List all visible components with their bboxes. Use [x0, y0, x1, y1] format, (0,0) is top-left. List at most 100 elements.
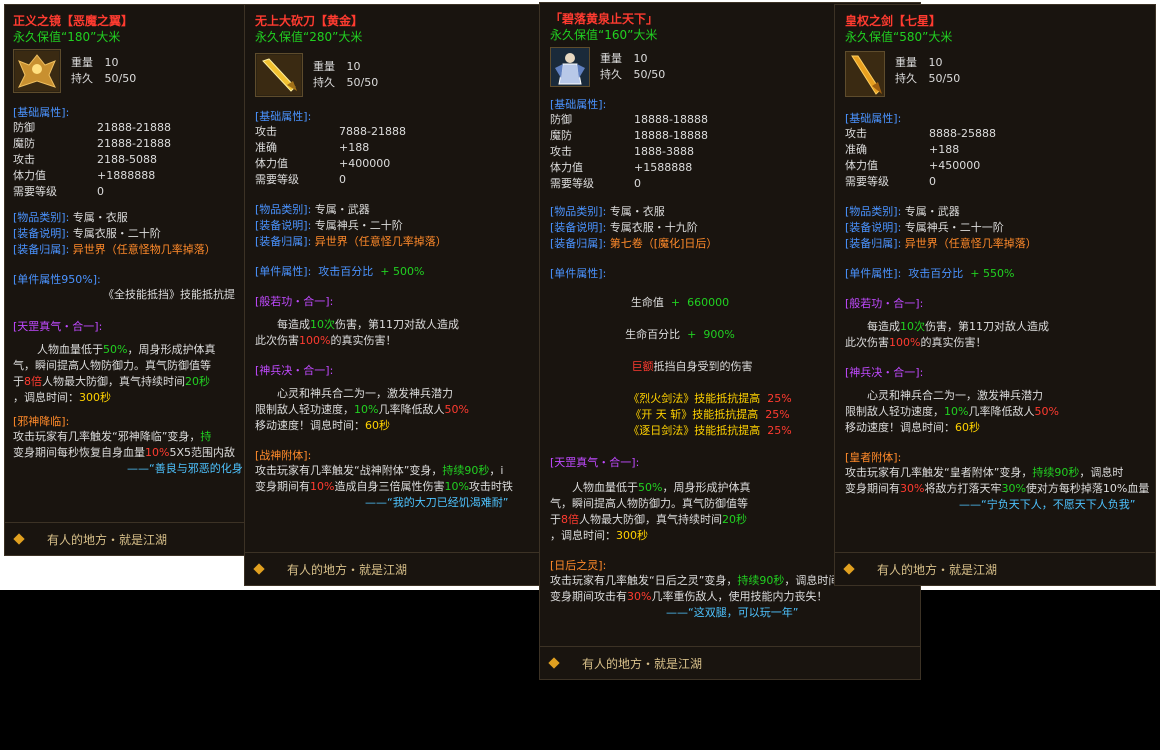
skill-highlight: 持 — [200, 430, 212, 443]
skill-header: [般若功・合一]: — [845, 297, 924, 310]
skill-text: 造成自身三倍属性伤害 — [334, 480, 445, 493]
skill-highlight: 30% — [1001, 482, 1026, 495]
weight-value: 10 — [928, 56, 943, 69]
skill-text: 5X5范围内敌 — [169, 446, 235, 459]
skill-text: 限制敌人轻功速度， — [845, 405, 944, 418]
skill-highlight: 10次 — [310, 318, 335, 331]
footer-text: 有人的地方・就是江湖 — [582, 656, 703, 671]
attr-key: 攻击 — [13, 153, 35, 166]
skill-text: 变身期间每秒恢复自身血量 — [13, 446, 145, 459]
desc-key: [装备说明]: — [13, 227, 70, 240]
flame-sword-icon[interactable] — [845, 51, 885, 97]
desc-value: 专属衣服・二十阶 — [72, 227, 161, 240]
skill-highlight: 20秒 — [185, 375, 210, 388]
single-attr-line: 《全技能抵挡》技能抵抗提 — [103, 288, 235, 301]
skill-text: 于 — [550, 513, 561, 526]
single-attr-label: [单件属性]: — [845, 267, 902, 280]
skill-text: 心灵和神兵合二为一，激发神兵潜力 — [867, 389, 1043, 402]
skill-highlight: 50% — [444, 403, 469, 416]
skill-highlight: 10% — [944, 405, 969, 418]
attr-key: 体力值 — [13, 169, 46, 182]
owner-key: [装备归属]: — [550, 237, 607, 250]
item-quote: ——“这双腿，可以玩一年” — [666, 606, 799, 619]
single-attr-header: [单件属性950%]: — [13, 273, 101, 286]
skill-highlight: 25% — [765, 408, 790, 421]
skill-highlight: 300秒 — [616, 529, 648, 542]
item-title: 无上大砍刀【黄金】 — [255, 14, 364, 28]
skill-text: 此次伤害 — [845, 336, 889, 349]
single-attr-num: 660000 — [687, 296, 730, 309]
skill-highlight: 持续90秒 — [1032, 466, 1080, 479]
skill-text: ，i — [489, 464, 504, 477]
skill-text: 伤害，第11刀对敌人造成 — [335, 318, 459, 331]
skill-text: 将敌方打落天牢 — [924, 482, 1002, 495]
single-attr-num: 500% — [393, 265, 425, 278]
attr-key: 体力值 — [550, 161, 583, 174]
weight-value: 10 — [104, 56, 119, 69]
weight-label: 重量 — [600, 52, 622, 65]
skill-highlight: 持续90秒 — [737, 574, 785, 587]
skill-highlight: 巨额 — [631, 360, 654, 373]
item-value: 永久保值“180”大米 — [13, 30, 121, 44]
category-value: 专属・衣服 — [609, 205, 665, 218]
skill-header: [天罡真气・合一]: — [13, 320, 103, 333]
attr-value: 0 — [929, 175, 936, 188]
skill-text: 此次伤害 — [255, 334, 299, 347]
skill-text: 限制敌人轻功速度， — [255, 403, 354, 416]
skill-highlight: 25% — [767, 424, 792, 437]
durability-value: 50/50 — [346, 76, 379, 89]
category-key: [物品类别]: — [550, 205, 607, 218]
attr-value: +1588888 — [634, 161, 693, 174]
diamond-icon — [843, 563, 855, 575]
skill-highlight: 30% — [900, 482, 925, 495]
desc-value: 专属神兵・二十一阶 — [904, 221, 1004, 234]
skill-text: 每造成 — [867, 320, 900, 333]
single-attr-text: 攻击百分比 — [908, 267, 964, 280]
skill-header: [神兵决・合一]: — [255, 364, 334, 377]
skill-highlight: 10% — [310, 480, 335, 493]
wing-armor-icon[interactable] — [13, 49, 61, 93]
skill-text: 移动速度！调息时间： — [845, 421, 955, 434]
attr-key: 需要等级 — [845, 175, 889, 188]
weight-value: 10 — [346, 60, 361, 73]
skill-highlight: 持续90秒 — [442, 464, 490, 477]
category-value: 专属・武器 — [904, 205, 960, 218]
skill-highlight: 10% — [444, 480, 469, 493]
category-key: [物品类别]: — [845, 205, 902, 218]
attr-value: 7888-21888 — [339, 125, 406, 138]
skill-highlight: 60秒 — [365, 419, 390, 432]
attr-value: 21888-21888 — [97, 137, 171, 150]
single-attr-text: 生命值 — [630, 296, 664, 309]
skill-highlight: 60秒 — [955, 421, 980, 434]
item-title: 皇权之剑【七星】 — [845, 14, 942, 28]
skill-header: [战神附体]: — [255, 449, 312, 462]
attr-key: 准确 — [255, 141, 277, 154]
skill-text: 的真实伤害！ — [330, 334, 397, 347]
single-attr-label: [单件属性]: — [255, 265, 312, 278]
golden-sword-icon[interactable] — [255, 53, 303, 97]
skill-text: 气，瞬间提高人物防御力。真气防御值等 — [13, 359, 211, 372]
skill-text: 人物最大防御，真气持续时间 — [579, 513, 722, 526]
attr-key: 攻击 — [845, 127, 867, 140]
attr-key: 需要等级 — [13, 185, 57, 198]
category-value: 专属・衣服 — [72, 211, 128, 224]
skill-text: 人物血量低于 — [572, 481, 638, 494]
single-attr-num: 550% — [983, 267, 1015, 280]
category-key: [物品类别]: — [13, 211, 70, 224]
footer-text: 有人的地方・就是江湖 — [47, 532, 168, 547]
desc-value: 专属衣服・十九阶 — [609, 221, 698, 234]
attr-value: 21888-21888 — [97, 121, 171, 134]
skill-text: 攻击时铁 — [468, 480, 513, 493]
weight-value: 10 — [633, 52, 648, 65]
attr-key: 准确 — [845, 143, 867, 156]
owner-value: 异世界（任意怪几率掉落） — [314, 235, 447, 248]
single-attr-plus: + — [380, 265, 390, 278]
owner-key: [装备归属]: — [845, 237, 902, 250]
skill-text: 攻击玩家有几率触发“战神附体”变身， — [255, 464, 443, 477]
durability-label: 持久 — [895, 72, 917, 85]
character-armor-icon[interactable] — [550, 47, 590, 87]
attr-value: +1888888 — [97, 169, 156, 182]
item-tooltip-1: 正义之镜【恶魔之翼】 永久保值“180”大米 重量 10 持久 50/50 [基… — [4, 4, 248, 556]
tooltip-footer: 有人的地方・就是江湖 — [540, 646, 920, 679]
skill-highlight: 300秒 — [79, 391, 111, 404]
